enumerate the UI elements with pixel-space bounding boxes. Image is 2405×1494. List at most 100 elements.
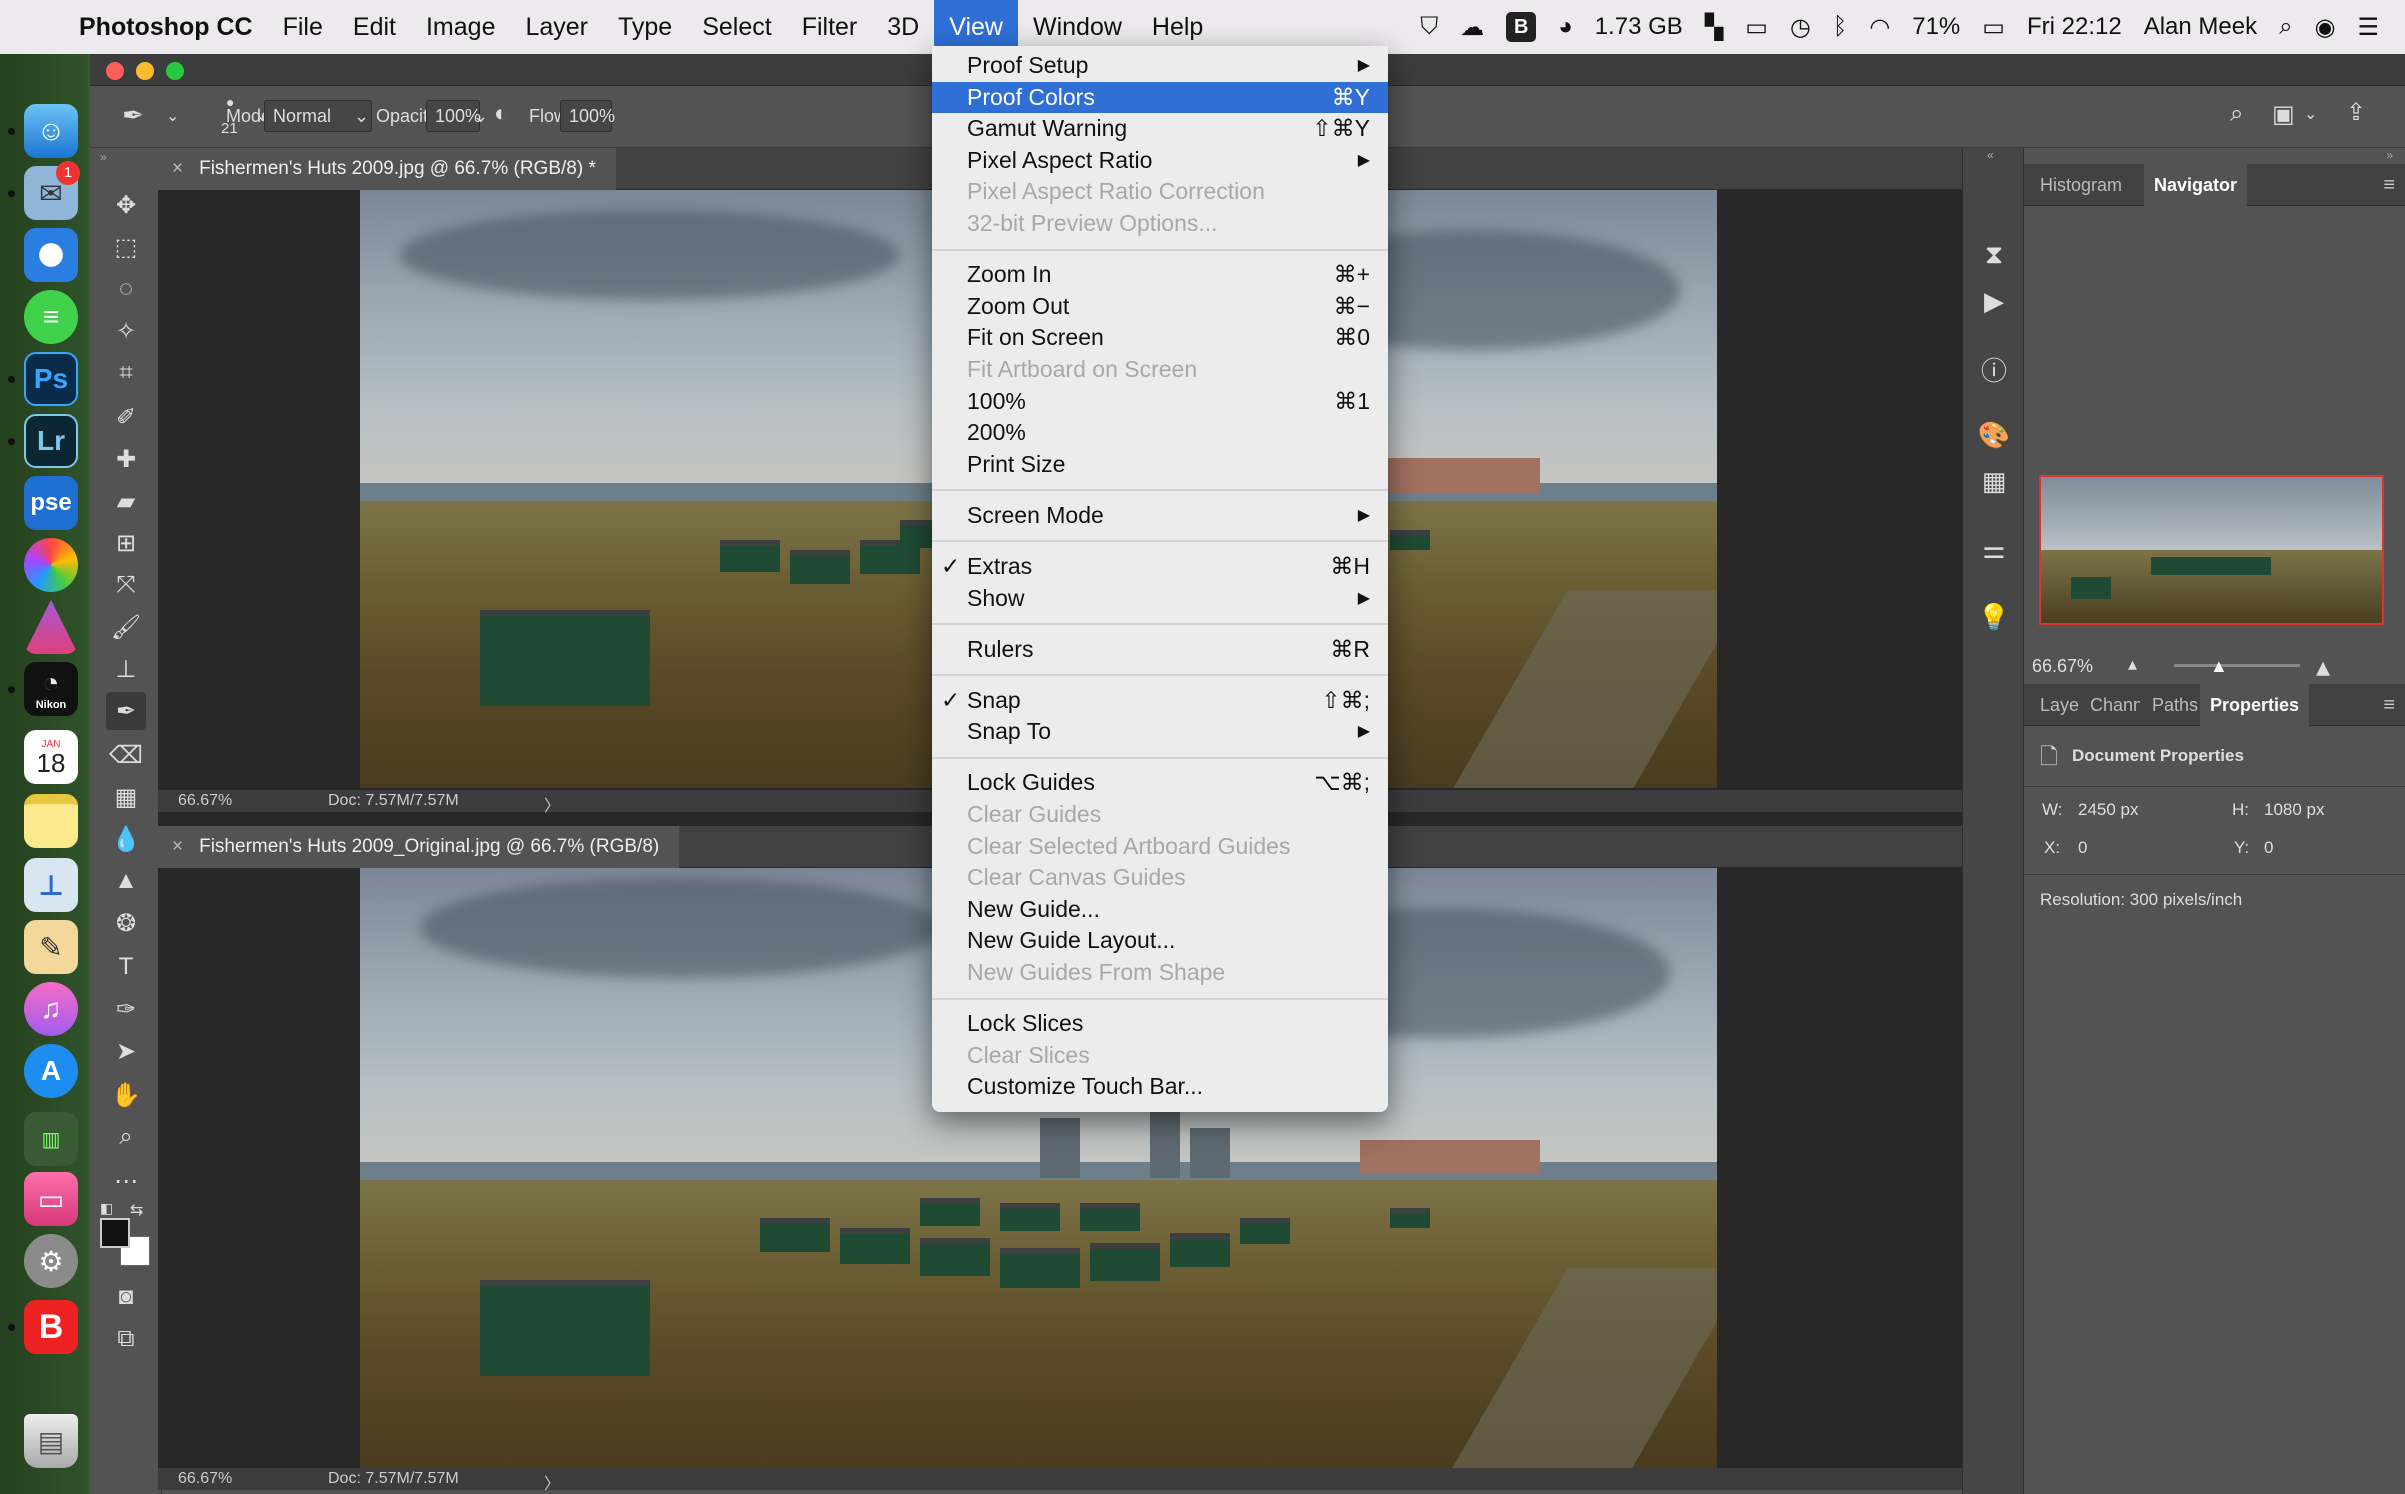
lightroom-icon[interactable]: Lr (24, 414, 78, 468)
menu-item-proof-setup[interactable]: Proof Setup ▶ (932, 50, 1388, 81)
info-panel-icon[interactable]: ⓘ (1977, 352, 2011, 386)
eyedropper-tool-icon[interactable]: ✐ (106, 398, 146, 436)
tab-paths[interactable]: Paths (2142, 684, 2198, 726)
battery-icon[interactable]: ▭ (1982, 13, 2005, 42)
menu-item-zoom-in[interactable]: Zoom In ⌘+ (932, 259, 1388, 290)
adjustments-panel-icon[interactable]: ⚌ (1977, 532, 2011, 566)
color-panel-icon[interactable]: 🎨 (1977, 418, 2011, 452)
history-brush-tool-icon[interactable]: ✒ (122, 100, 144, 131)
menu-item-customize-touch-bar[interactable]: Customize Touch Bar... (932, 1071, 1388, 1102)
status-menu-chevron-icon[interactable]: 〉 (544, 792, 560, 816)
panel-menu-icon[interactable]: ≡ (2383, 174, 2395, 197)
opacity-input[interactable]: 100% (426, 100, 481, 132)
blur-tool-icon[interactable]: 💧 (106, 820, 146, 858)
menu-item-pixel-aspect-ratio[interactable]: Pixel Aspect Ratio ▶ (932, 145, 1388, 176)
menu-item-show[interactable]: Show ▶ (932, 583, 1388, 614)
spaces-icon[interactable]: ▚ (1705, 13, 1723, 42)
quick-mask-icon[interactable]: ◙ (106, 1278, 146, 1316)
photos-icon[interactable] (24, 538, 78, 592)
siri-icon[interactable]: ◉ (2315, 13, 2336, 42)
close-window-button[interactable] (106, 62, 124, 80)
lasso-tool-icon[interactable]: ◌ (106, 270, 146, 308)
macbook-icon[interactable]: ▭ (24, 1172, 78, 1226)
frame-tool-icon[interactable]: ⊞ (106, 524, 146, 562)
memory-gauge-icon[interactable]: ◕ (1558, 13, 1573, 41)
menu-item-lock-slices[interactable]: Lock Slices (932, 1008, 1388, 1039)
zoom-out-icon[interactable]: ▴ (2128, 654, 2137, 675)
system-preferences-icon[interactable]: ⚙ (24, 1234, 78, 1288)
bluetooth-icon[interactable]: ᛒ (1833, 13, 1847, 41)
navigator-thumbnail[interactable] (2039, 475, 2384, 625)
notes-icon[interactable] (24, 794, 78, 848)
zoom-slider-thumb[interactable]: ▲ (2210, 656, 2228, 677)
history-panel-icon[interactable]: ⧗ (1977, 238, 2011, 272)
messages-icon[interactable]: ≡ (24, 290, 78, 344)
menu-item-proof-colors[interactable]: Proof Colors ⌘Y (932, 81, 1388, 113)
safari-icon[interactable] (24, 228, 78, 282)
menu-file[interactable]: File (268, 0, 338, 54)
collapse-tools-icon[interactable]: » (100, 150, 107, 164)
panel-menu-icon[interactable]: ≡ (2383, 694, 2395, 717)
path-selection-tool-icon[interactable]: ➤ (106, 1032, 146, 1070)
minimize-window-button[interactable] (136, 62, 154, 80)
document-size[interactable]: Doc: 7.57M/7.57M (328, 792, 459, 810)
tab-histogram[interactable]: Histogram (2030, 164, 2132, 206)
hand-tool-icon[interactable]: ✋ (106, 1076, 146, 1114)
document-tab[interactable]: × Fishermen's Huts 2009.jpg @ 66.7% (RGB/… (158, 148, 616, 190)
activity-monitor-icon[interactable]: ▥ (24, 1112, 78, 1166)
finder-icon[interactable]: ☺ (24, 104, 78, 158)
menu-layer[interactable]: Layer (510, 0, 603, 54)
menu-item-new-guide[interactable]: New Guide... (932, 894, 1388, 925)
zoom-readout[interactable]: 66.67% (178, 792, 232, 810)
menu-item-fit-on-screen[interactable]: Fit on Screen ⌘0 (932, 322, 1388, 353)
menu-item-gamut-warning[interactable]: Gamut Warning ⇧⌘Y (932, 113, 1388, 144)
actions-panel-icon[interactable]: ▶ (1977, 284, 2011, 318)
trash-icon[interactable]: ▤ (24, 1414, 78, 1468)
spotlight-search-icon[interactable]: ⌕ (2279, 13, 2292, 41)
history-brush-tool-icon[interactable]: ✒ (106, 692, 146, 730)
menu-select[interactable]: Select (687, 0, 786, 54)
brush-tool-icon[interactable]: 🖌 (106, 608, 146, 646)
menu-type[interactable]: Type (603, 0, 687, 54)
menu-3d[interactable]: 3D (872, 0, 934, 54)
move-tool-icon[interactable]: ✥ (106, 186, 146, 224)
tool-preset-dropdown-icon[interactable]: ⌄ (166, 106, 179, 126)
gradient-tool-icon[interactable]: ▦ (106, 778, 146, 816)
clone-stamp-tool-icon[interactable]: ⊥ (106, 650, 146, 688)
bartender-icon[interactable]: B (1506, 12, 1537, 42)
menu-item-zoom-out[interactable]: Zoom Out ⌘− (932, 291, 1388, 322)
width-value[interactable]: 2450 px (2078, 800, 2139, 820)
close-tab-icon[interactable]: × (172, 836, 183, 857)
x-value[interactable]: 0 (2078, 838, 2087, 858)
menu-item-200[interactable]: 200% (932, 417, 1388, 448)
swatches-panel-icon[interactable]: ▦ (1977, 464, 2011, 498)
memory-readout[interactable]: 1.73 GB (1595, 13, 1683, 41)
eraser-tool-icon[interactable]: ⌫ (106, 736, 146, 774)
healing-brush-tool-icon[interactable]: ▰ (106, 482, 146, 520)
status-menu-chevron-icon[interactable]: 〉 (544, 1470, 560, 1494)
wifi-icon[interactable]: ◠ (1869, 13, 1890, 42)
menu-item-screen-mode[interactable]: Screen Mode ▶ (932, 500, 1388, 531)
type-tool-icon[interactable]: T (106, 948, 146, 986)
sharpen-tool-icon[interactable]: ▲ (106, 862, 146, 900)
photoshop-elements-icon[interactable]: pse (24, 476, 78, 530)
navigator-zoom-value[interactable]: 66.67% (2032, 656, 2093, 677)
sponge-tool-icon[interactable]: ❂ (106, 904, 146, 942)
notification-center-icon[interactable]: ☰ (2357, 13, 2379, 42)
menu-item-new-guide-layout[interactable]: New Guide Layout... (932, 925, 1388, 956)
pen-tool-icon[interactable]: ✑ (106, 990, 146, 1028)
itunes-icon[interactable]: ♫ (24, 982, 78, 1036)
menu-filter[interactable]: Filter (787, 0, 873, 54)
magic-wand-tool-icon[interactable]: ✧ (106, 312, 146, 350)
menu-item-rulers[interactable]: Rulers ⌘R (932, 634, 1388, 665)
height-value[interactable]: 1080 px (2264, 800, 2325, 820)
tab-channels[interactable]: Channels (2080, 684, 2140, 726)
zoom-readout[interactable]: 66.67% (178, 1470, 232, 1488)
app-store-icon[interactable]: A (24, 1044, 78, 1098)
opacity-slider-chevron-icon[interactable]: ⌄ (473, 106, 488, 127)
screen-mode-icon[interactable]: ⧉ (106, 1320, 146, 1358)
menu-image[interactable]: Image (411, 0, 510, 54)
photoshop-icon[interactable]: Ps (24, 352, 78, 406)
flow-input[interactable]: 100% (560, 100, 615, 132)
tab-properties[interactable]: Properties (2200, 684, 2310, 726)
